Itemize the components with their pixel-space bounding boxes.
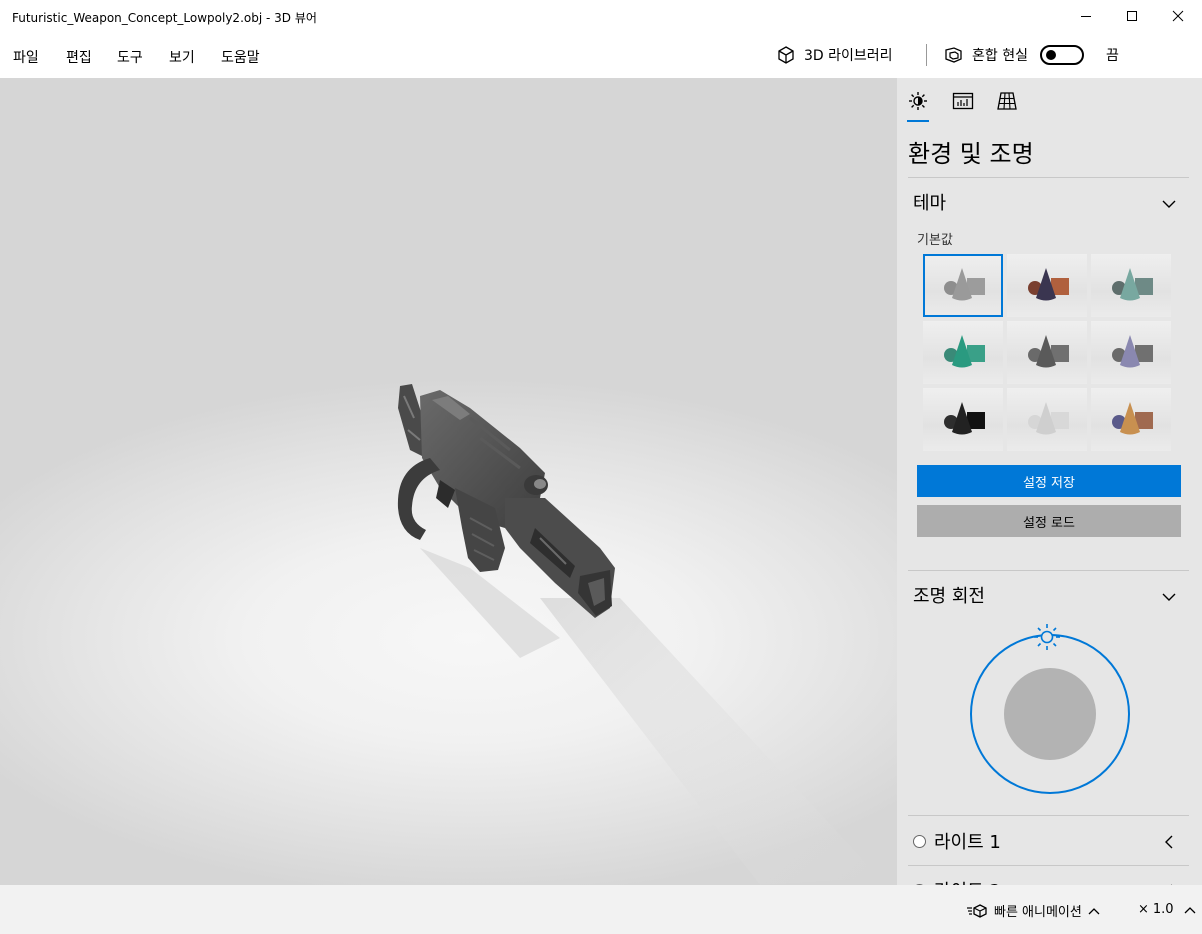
divider (908, 570, 1189, 571)
mixed-reality-toggle[interactable] (1039, 45, 1084, 65)
light-rotation-control[interactable] (969, 618, 1131, 794)
3d-model (397, 384, 880, 885)
chevron-down-icon[interactable] (1161, 196, 1177, 212)
theme-grid (923, 254, 1171, 454)
light-1-radio[interactable] (913, 834, 926, 848)
theme-preview (1028, 268, 1069, 301)
animation-icon (967, 903, 987, 918)
mixed-reality-label: 혼합 현실 (972, 48, 1028, 64)
divider (908, 865, 1189, 866)
save-settings-button[interactable]: 설정 저장 (917, 465, 1181, 497)
close-button[interactable] (1155, 0, 1201, 32)
chevron-down-icon[interactable] (1161, 589, 1177, 605)
grid-icon (997, 92, 1017, 110)
theme-preview (944, 335, 985, 368)
maximize-button[interactable] (1109, 0, 1155, 32)
load-settings-button[interactable]: 설정 로드 (917, 505, 1181, 537)
panel-title: 환경 및 조명 (908, 140, 1034, 168)
cube-icon (778, 46, 794, 64)
mixed-reality-icon (945, 47, 962, 63)
theme-preview (1112, 268, 1153, 301)
menu-view[interactable]: 보기 (169, 47, 195, 67)
theme-preview (1028, 402, 1069, 435)
theme-preview (944, 268, 985, 301)
maximize-icon (1127, 11, 1137, 21)
mixed-reality-state: 끔 (1105, 48, 1119, 64)
menu-tools[interactable]: 도구 (117, 47, 143, 67)
light-sphere (1004, 668, 1096, 760)
theme-thumbnail[interactable] (1091, 321, 1171, 384)
minimize-icon (1081, 16, 1091, 17)
menu-help[interactable]: 도움말 (221, 47, 260, 67)
light-2-label: 라이트 2 (934, 877, 1001, 885)
divider (908, 815, 1189, 816)
sun-handle-icon[interactable] (1034, 624, 1060, 650)
minimize-button[interactable] (1063, 0, 1109, 32)
tab-stats[interactable] (952, 90, 974, 112)
theme-thumbnail[interactable] (1091, 254, 1171, 317)
theme-preview (944, 402, 985, 435)
theme-group-label: 기본값 (917, 233, 953, 248)
theme-thumbnail[interactable] (1007, 388, 1087, 451)
light-1-row[interactable]: 라이트 1 (913, 828, 1001, 854)
quick-animation-label: 빠른 애니메이션 (994, 905, 1082, 920)
theme-thumbnail[interactable] (1007, 321, 1087, 384)
3d-library-button[interactable]: 3D 라이브러리 (776, 44, 893, 66)
light-rotation-title[interactable]: 조명 회전 (913, 582, 985, 608)
mixed-reality-toggle-group[interactable]: 혼합 현실 끔 (942, 44, 1119, 66)
speed-value: 1.0 (1152, 902, 1174, 917)
speed-prefix: × (1138, 902, 1149, 917)
sun-icon (909, 92, 927, 110)
theme-thumbnail[interactable] (1091, 388, 1171, 451)
toggle-knob (1045, 50, 1056, 60)
title-bar: Futuristic_Weapon_Concept_Lowpoly2.obj -… (0, 0, 1202, 32)
menu-separator (926, 44, 927, 66)
active-tab-indicator (907, 120, 929, 122)
3d-library-label: 3D 라이브러리 (804, 48, 893, 64)
theme-thumbnail[interactable] (1007, 254, 1087, 317)
divider (908, 177, 1189, 178)
theme-preview (1112, 335, 1153, 368)
theme-section-title[interactable]: 테마 (913, 189, 946, 215)
menu-edit[interactable]: 편집 (66, 47, 92, 67)
light-1-label: 라이트 1 (934, 832, 1001, 853)
tab-environment[interactable] (907, 90, 929, 112)
theme-thumbnail[interactable] (923, 254, 1003, 317)
environment-panel: 환경 및 조명 테마 기본값 설정 저장 설정 로드 조명 회전 라이트 1 (897, 78, 1202, 885)
close-icon (1172, 10, 1184, 22)
chevron-up-icon (1184, 906, 1196, 913)
chevron-up-icon (1088, 907, 1100, 914)
theme-preview (1028, 335, 1069, 368)
light-2-row[interactable]: 라이트 2 (913, 877, 1001, 885)
quick-animation-button[interactable]: 빠른 애니메이션 (966, 901, 1100, 920)
chevron-left-icon[interactable] (1163, 835, 1177, 849)
speed-control[interactable]: × 1.0 (1138, 902, 1196, 917)
theme-thumbnail[interactable] (923, 388, 1003, 451)
3d-viewport[interactable] (0, 78, 897, 885)
stats-icon (952, 92, 974, 110)
theme-thumbnail[interactable] (923, 321, 1003, 384)
theme-preview (1112, 402, 1153, 435)
menu-bar: 파일 편집 도구 보기 도움말 3D 라이브러리 혼합 현실 끔 (0, 32, 1202, 78)
tab-grid[interactable] (996, 90, 1018, 112)
window-title: Futuristic_Weapon_Concept_Lowpoly2.obj -… (12, 11, 317, 25)
menu-file[interactable]: 파일 (13, 47, 39, 67)
status-bar: 빠른 애니메이션 × 1.0 (0, 885, 1202, 934)
